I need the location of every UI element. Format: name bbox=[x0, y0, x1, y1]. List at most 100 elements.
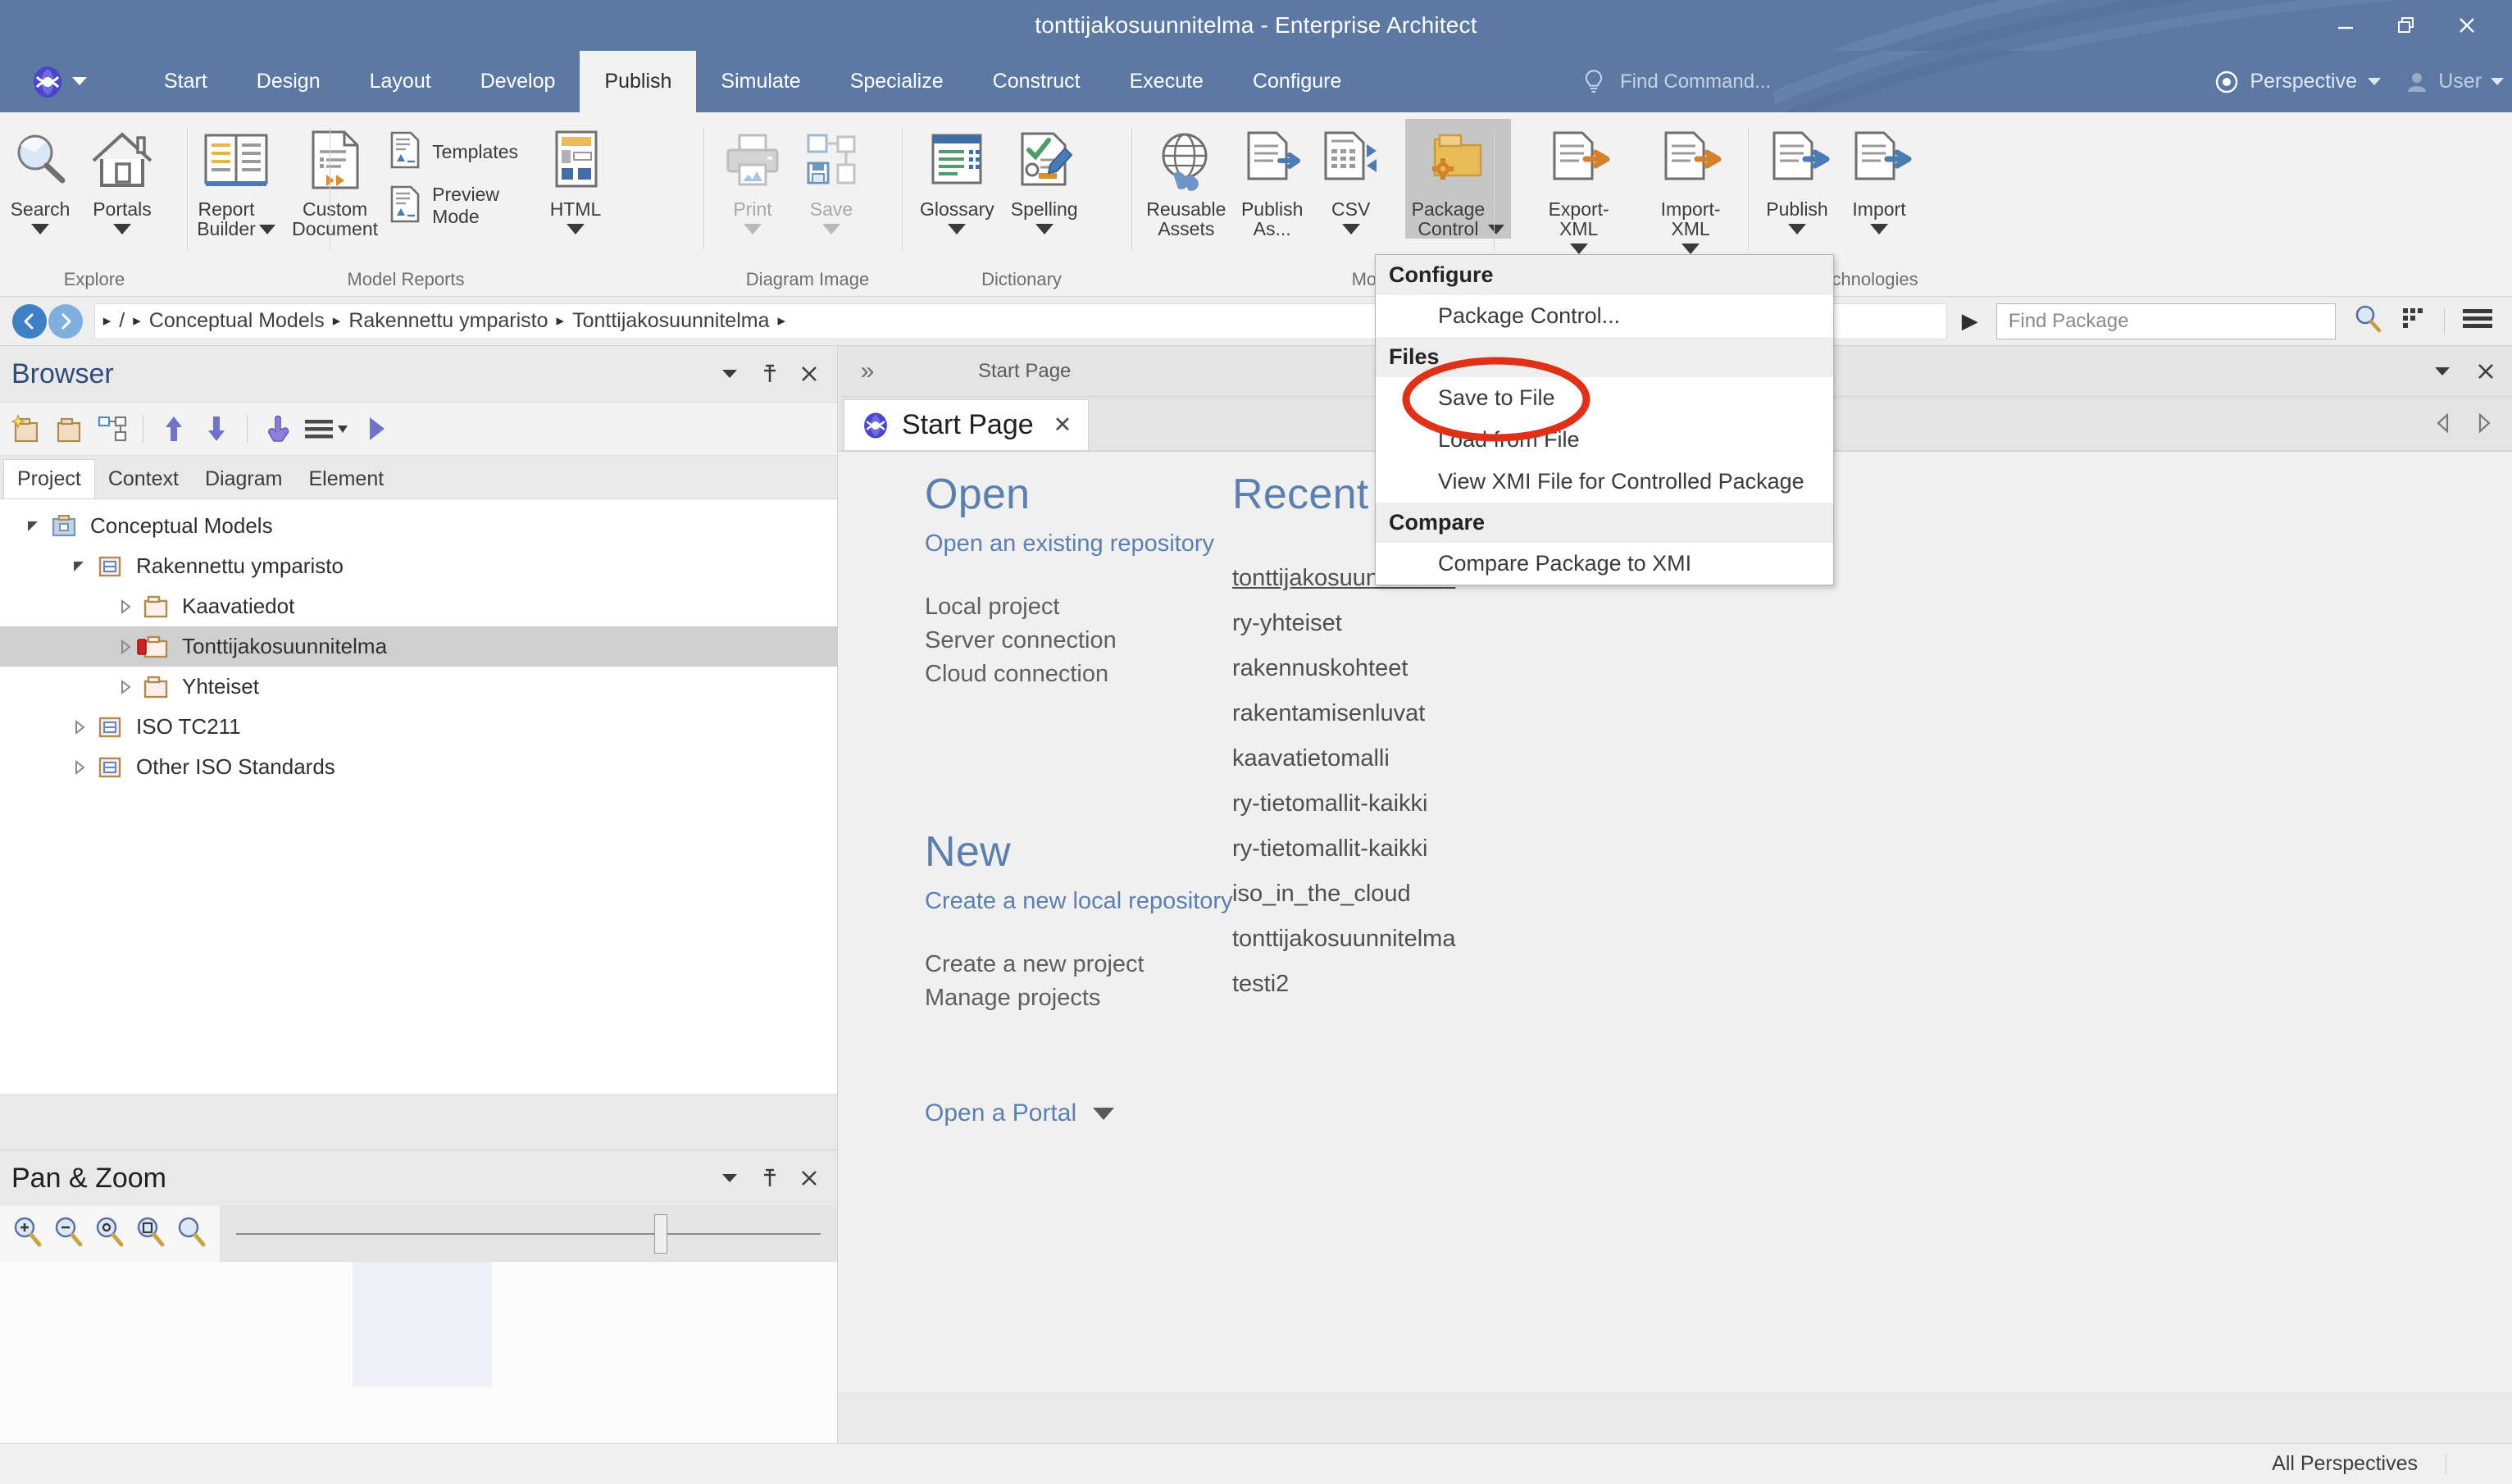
publish-technology-dropdown-caret-icon[interactable] bbox=[1788, 224, 1806, 235]
templates-button[interactable]: Templates bbox=[381, 125, 525, 179]
custom-document-button[interactable]: Custom Document bbox=[292, 119, 378, 239]
tree-twisty-collapsed-icon[interactable] bbox=[66, 718, 93, 736]
recent-item[interactable]: ry-tietomallit-kaikki bbox=[1232, 790, 1757, 817]
portals-button[interactable]: Portals bbox=[80, 119, 164, 235]
tree-twisty-collapsed-icon[interactable] bbox=[111, 678, 139, 696]
hand-pointer-icon[interactable] bbox=[259, 410, 297, 448]
tab-start-page-close-icon[interactable]: ✕ bbox=[1053, 412, 1072, 438]
recent-item[interactable]: testi2 bbox=[1232, 971, 1757, 998]
publish-as-button[interactable]: Publish As... bbox=[1233, 119, 1312, 239]
save-diagram-button[interactable]: Save bbox=[792, 119, 871, 235]
logo-dropdown-caret-icon[interactable] bbox=[72, 77, 87, 85]
recent-item[interactable]: kaavatietomalli bbox=[1232, 745, 1757, 772]
tree-item-selected[interactable]: Tonttijakosuunnitelma bbox=[0, 626, 837, 667]
ribbon-tab-simulate[interactable]: Simulate bbox=[696, 51, 825, 112]
filter-grid-icon[interactable] bbox=[2400, 305, 2428, 337]
restore-button[interactable] bbox=[2376, 7, 2437, 44]
browser-panel-menu-icon[interactable] bbox=[719, 363, 740, 385]
tree-item[interactable]: Rakennettu ymparisto bbox=[0, 546, 837, 586]
package-icon[interactable] bbox=[51, 410, 89, 448]
publish-technology-button[interactable]: Publish bbox=[1756, 119, 1838, 235]
recent-item[interactable]: rakentamisenluvat bbox=[1232, 700, 1757, 727]
report-builder-button[interactable]: Report Builder bbox=[197, 119, 275, 239]
tree-item[interactable]: ISO TC211 bbox=[0, 707, 837, 747]
close-button[interactable] bbox=[2437, 7, 2497, 44]
ribbon-tab-start[interactable]: Start bbox=[139, 51, 232, 112]
glossary-button[interactable]: Glossary bbox=[912, 119, 1003, 235]
html-button[interactable]: HTML bbox=[536, 119, 615, 235]
import-technology-button[interactable]: Import bbox=[1838, 119, 1920, 235]
browser-tab-diagram[interactable]: Diagram bbox=[192, 459, 295, 498]
import-xml-dropdown-caret-icon[interactable] bbox=[1681, 244, 1700, 255]
preview-mode-button[interactable]: Preview Mode bbox=[381, 179, 525, 233]
find-package-search-icon[interactable] bbox=[2352, 303, 2383, 339]
find-package-input[interactable]: Find Package bbox=[1995, 303, 2337, 339]
recent-item[interactable]: ry-yhteiset bbox=[1232, 610, 1757, 637]
list-menu-icon[interactable] bbox=[302, 410, 353, 448]
ribbon-tab-publish[interactable]: Publish bbox=[580, 51, 697, 112]
tab-start-page[interactable]: Start Page ✕ bbox=[844, 399, 1090, 450]
html-dropdown-caret-icon[interactable] bbox=[567, 224, 585, 235]
recent-item[interactable]: rakennuskohteet bbox=[1232, 655, 1757, 682]
run-icon[interactable] bbox=[357, 410, 395, 448]
menu-item-load-from-file[interactable]: Load from File bbox=[1376, 419, 1833, 461]
ribbon-tab-develop[interactable]: Develop bbox=[456, 51, 580, 112]
ribbon-tab-layout[interactable]: Layout bbox=[345, 51, 456, 112]
zoom-out-icon[interactable] bbox=[52, 1215, 85, 1254]
search-button[interactable]: Search bbox=[0, 119, 80, 235]
tab-overflow-chevron-icon[interactable]: » bbox=[839, 357, 896, 385]
zoom-fit-page-icon[interactable] bbox=[134, 1215, 167, 1254]
import-technology-dropdown-caret-icon[interactable] bbox=[1870, 224, 1888, 235]
ea-application-logo-icon[interactable] bbox=[28, 62, 67, 102]
recent-item[interactable]: tonttijakosuunnitelma bbox=[1232, 926, 1757, 953]
breadcrumb-item[interactable]: Tonttijakosuunnitelma bbox=[572, 309, 769, 333]
tree-twisty-expanded-icon[interactable] bbox=[66, 558, 93, 576]
tree-twisty-collapsed-icon[interactable] bbox=[66, 758, 93, 776]
breadcrumb-root[interactable]: / bbox=[119, 309, 125, 333]
main-header-menu-icon[interactable] bbox=[2432, 361, 2453, 382]
breadcrumb-item[interactable]: Conceptual Models bbox=[149, 309, 325, 333]
menu-item-package-control[interactable]: Package Control... bbox=[1376, 295, 1833, 337]
doc-nav-prev-icon[interactable] bbox=[2433, 412, 2453, 439]
portals-dropdown-caret-icon[interactable] bbox=[113, 224, 131, 235]
nav-back-button[interactable] bbox=[11, 303, 47, 339]
menu-item-compare-package-to-xmi[interactable]: Compare Package to XMI bbox=[1376, 543, 1833, 585]
csv-dropdown-caret-icon[interactable] bbox=[1341, 224, 1360, 235]
search-dropdown-caret-icon[interactable] bbox=[31, 224, 49, 235]
ribbon-tab-design[interactable]: Design bbox=[232, 51, 345, 112]
zoom-slider[interactable] bbox=[220, 1206, 837, 1262]
report-builder-caret-icon[interactable] bbox=[258, 225, 275, 235]
zoom-fit-icon[interactable] bbox=[175, 1215, 208, 1254]
new-package-icon[interactable] bbox=[8, 410, 46, 448]
tree-item[interactable]: Other ISO Standards bbox=[0, 747, 837, 787]
main-header-tab-label[interactable]: Start Page bbox=[978, 360, 1071, 383]
move-up-icon[interactable] bbox=[155, 410, 193, 448]
menu-item-save-to-file[interactable]: Save to File bbox=[1376, 377, 1833, 419]
csv-button[interactable]: CSV bbox=[1312, 119, 1390, 235]
tree-twisty-collapsed-icon[interactable] bbox=[111, 638, 139, 656]
tree-twisty-expanded-icon[interactable] bbox=[20, 517, 48, 535]
ribbon-tab-execute[interactable]: Execute bbox=[1105, 51, 1228, 112]
ribbon-tab-construct[interactable]: Construct bbox=[968, 51, 1105, 112]
tree-item[interactable]: Yhteiset bbox=[0, 667, 837, 707]
ribbon-tab-specialize[interactable]: Specialize bbox=[826, 51, 968, 112]
reusable-assets-button[interactable]: Reusable Assets bbox=[1140, 119, 1233, 239]
breadcrumb-item[interactable]: Rakennettu ymparisto bbox=[348, 309, 548, 333]
print-button[interactable]: Print bbox=[713, 119, 792, 235]
find-command-area[interactable]: Find Command... bbox=[1582, 51, 1771, 112]
pan-zoom-menu-icon[interactable] bbox=[719, 1168, 740, 1189]
browser-tab-element[interactable]: Element bbox=[295, 459, 397, 498]
package-control-button[interactable]: Package Control bbox=[1404, 119, 1512, 239]
main-header-close-icon[interactable] bbox=[2476, 362, 2496, 381]
nav-forward-button[interactable] bbox=[48, 303, 83, 339]
browser-tab-context[interactable]: Context bbox=[95, 459, 192, 498]
pan-zoom-pin-icon[interactable] bbox=[760, 1168, 780, 1189]
spelling-dropdown-caret-icon[interactable] bbox=[1035, 224, 1053, 235]
breadcrumb-expand-arrow-icon[interactable]: ▶ bbox=[1962, 308, 1978, 334]
doc-nav-next-icon[interactable] bbox=[2474, 412, 2494, 439]
glossary-dropdown-caret-icon[interactable] bbox=[948, 224, 967, 235]
import-xml-button[interactable]: Import-XML bbox=[1635, 119, 1746, 255]
hamburger-menu-icon[interactable] bbox=[2461, 307, 2494, 335]
export-xml-dropdown-caret-icon[interactable] bbox=[1569, 244, 1588, 255]
open-a-portal-button[interactable]: Open a Portal bbox=[925, 1099, 1115, 1127]
